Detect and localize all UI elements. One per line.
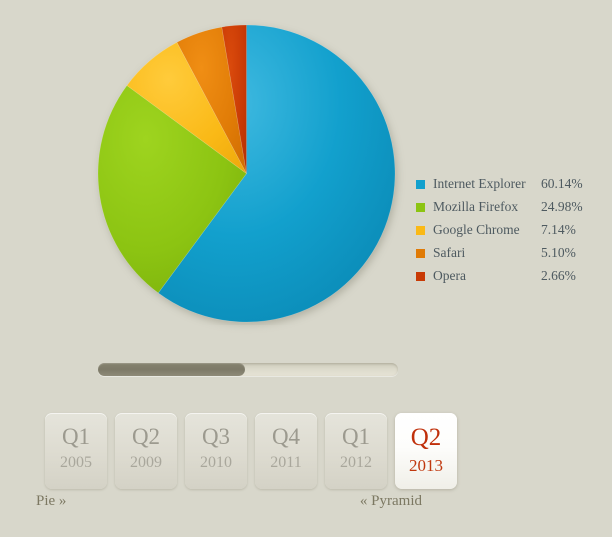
quarter-button-q2-2009[interactable]: Q2 2009 (115, 413, 177, 489)
quarter-button-q4-2011[interactable]: Q4 2011 (255, 413, 317, 489)
quarter-button-quarter-label: Q1 (61, 424, 91, 449)
legend-label: Opera (433, 268, 466, 283)
quarter-button-year-label: 2011 (270, 454, 302, 472)
quarter-button-q1-2012[interactable]: Q1 2012 (325, 413, 387, 489)
quarter-button-year-label: 2010 (200, 454, 232, 472)
legend-row[interactable]: Safari 5.10% (416, 241, 596, 264)
legend-swatch-icon (416, 180, 425, 189)
chart-legend: Internet Explorer 60.14% Mozilla Firefox 24… (416, 172, 596, 287)
legend-row[interactable]: Google Chrome 7.14% (416, 218, 596, 241)
quarter-button-q1-2005[interactable]: Q1 2005 (45, 413, 107, 489)
pie-chart-svg[interactable] (97, 24, 396, 323)
quarter-button-year-label: 2009 (130, 454, 162, 472)
legend-value: 2.66% (541, 268, 576, 283)
nav-prev-link[interactable]: Pie » (36, 493, 66, 510)
pie-slice-group (97, 24, 396, 323)
quarter-button-quarter-label: Q2 (131, 424, 161, 449)
quarter-button-q3-2010[interactable]: Q3 2010 (185, 413, 247, 489)
quarter-button-quarter-label: Q3 (201, 424, 231, 449)
legend-swatch-icon (416, 249, 425, 258)
legend-row[interactable]: Internet Explorer 60.14% (416, 172, 596, 195)
page-root: Internet Explorer 60.14% Mozilla Firefox 24… (0, 0, 612, 537)
quarter-button-q2-2013[interactable]: Q2 2013 (395, 413, 457, 489)
legend-value: 5.10% (541, 245, 576, 260)
timeline-slider-fill[interactable] (98, 363, 245, 376)
quarter-button-quarter-label: Q4 (271, 424, 301, 449)
legend-swatch-icon (416, 272, 425, 281)
quarter-button-quarter-label: Q2 (410, 424, 442, 451)
legend-label: Mozilla Firefox (433, 199, 519, 214)
legend-row[interactable]: Mozilla Firefox 24.98% (416, 195, 596, 218)
legend-row[interactable]: Opera 2.66% (416, 264, 596, 287)
legend-label: Google Chrome (433, 222, 520, 237)
legend-swatch-icon (416, 203, 425, 212)
legend-label: Internet Explorer (433, 176, 526, 191)
quarter-button-year-label: 2012 (340, 454, 372, 472)
legend-value: 60.14% (541, 176, 583, 191)
quarter-button-year-label: 2005 (60, 454, 92, 472)
quarter-button-quarter-label: Q1 (341, 424, 371, 449)
legend-value: 24.98% (541, 199, 583, 214)
pie-chart-area: Internet Explorer 60.14% Mozilla Firefox 24… (0, 0, 612, 445)
legend-label: Safari (433, 245, 466, 260)
quarter-button-year-label: 2013 (409, 456, 443, 476)
nav-next-link[interactable]: « Pyramid (360, 493, 422, 510)
timeline-slider[interactable] (98, 363, 398, 376)
legend-swatch-icon (416, 226, 425, 235)
pie-chart[interactable] (97, 24, 396, 323)
legend-value: 7.14% (541, 222, 576, 237)
